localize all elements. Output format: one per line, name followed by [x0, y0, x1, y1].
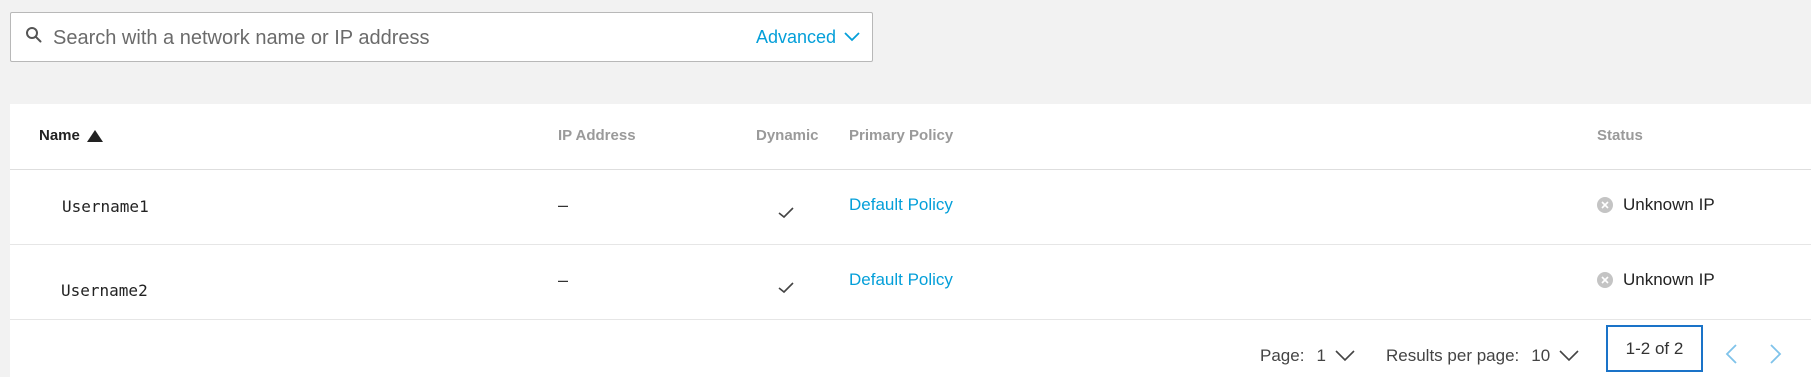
column-header-name[interactable]: Name [39, 127, 103, 144]
results-per-page-value: 10 [1531, 346, 1551, 365]
chevron-left-icon [1725, 344, 1737, 364]
header-divider [10, 169, 1811, 170]
column-header-primary-policy[interactable]: Primary Policy [849, 127, 953, 144]
search-input[interactable] [51, 21, 735, 55]
column-header-name-label: Name [39, 127, 80, 144]
results-per-page-dropdown[interactable]: 10 [1531, 346, 1579, 366]
page-label: Page: [1260, 346, 1305, 365]
results-per-page-selector: Results per page: 10 [1386, 340, 1579, 372]
row-divider [10, 244, 1811, 245]
close-circle-icon [1597, 197, 1613, 213]
page-dropdown[interactable]: 1 [1316, 346, 1355, 366]
chevron-down-icon [844, 32, 860, 42]
column-header-status[interactable]: Status [1597, 127, 1643, 144]
row-2-name: Username2 [61, 281, 148, 300]
column-header-dynamic[interactable]: Dynamic [756, 127, 819, 144]
chevron-right-icon [1770, 344, 1782, 364]
check-icon [778, 204, 794, 224]
row-divider [10, 319, 1811, 320]
advanced-search-toggle[interactable]: Advanced [756, 25, 860, 49]
row-2-status-label: Unknown IP [1623, 270, 1715, 289]
previous-page-button[interactable] [1719, 340, 1743, 368]
page-selector: Page: 1 [1260, 340, 1355, 372]
results-per-page-label: Results per page: [1386, 346, 1520, 365]
row-1-policy-link[interactable]: Default Policy [849, 195, 953, 215]
column-header-ip-address[interactable]: IP Address [558, 127, 636, 144]
search-icon [25, 26, 45, 46]
row-1-status: Unknown IP [1597, 195, 1715, 215]
row-2-ip: – [558, 270, 569, 290]
row-1-name: Username1 [62, 197, 149, 216]
results-range: 1-2 of 2 [1606, 325, 1703, 372]
close-circle-icon [1597, 272, 1613, 288]
row-1-status-label: Unknown IP [1623, 195, 1715, 214]
chevron-down-icon [1335, 350, 1355, 362]
chevron-down-icon [1559, 350, 1579, 362]
sort-ascending-icon [86, 129, 103, 142]
page-value: 1 [1316, 346, 1326, 365]
next-page-button[interactable] [1764, 340, 1788, 368]
row-1-ip: – [558, 195, 569, 215]
networks-table: Name IP Address Dynamic Primary Policy S… [10, 104, 1811, 377]
check-icon [778, 279, 794, 299]
row-2-policy-link[interactable]: Default Policy [849, 270, 953, 290]
row-2-status: Unknown IP [1597, 270, 1715, 290]
search-bar: Advanced [10, 12, 873, 62]
advanced-label: Advanced [755, 26, 836, 47]
